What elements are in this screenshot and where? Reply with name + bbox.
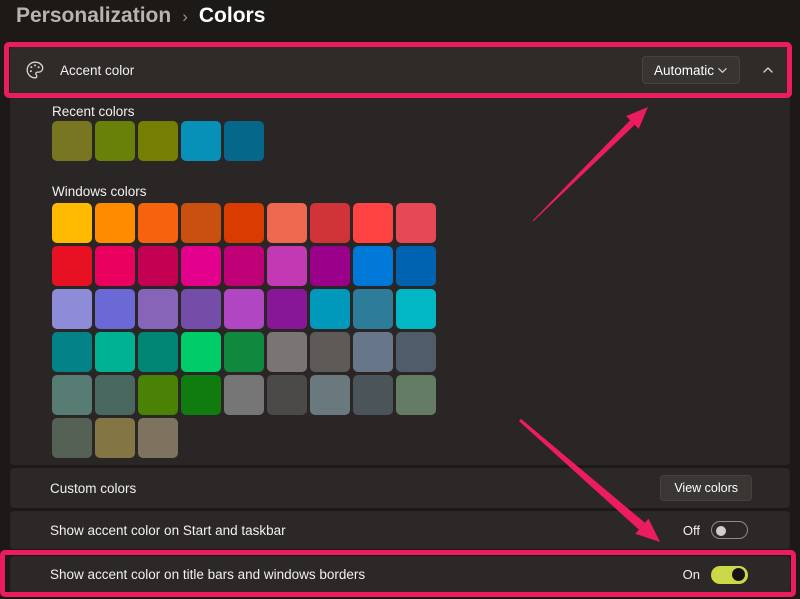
- color-swatch[interactable]: [138, 121, 178, 161]
- color-swatch[interactable]: [181, 121, 221, 161]
- color-swatch[interactable]: [52, 332, 92, 372]
- toggle-state-label: Off: [683, 523, 700, 538]
- color-swatch[interactable]: [396, 203, 436, 243]
- color-swatch[interactable]: [224, 203, 264, 243]
- color-swatch[interactable]: [52, 203, 92, 243]
- color-swatch[interactable]: [267, 246, 307, 286]
- color-swatch[interactable]: [310, 203, 350, 243]
- color-swatch[interactable]: [95, 375, 135, 415]
- color-swatch[interactable]: [267, 289, 307, 329]
- accent-titlebars-toggle[interactable]: [711, 566, 748, 584]
- color-swatch[interactable]: [267, 332, 307, 372]
- color-swatch[interactable]: [224, 375, 264, 415]
- color-swatch[interactable]: [396, 375, 436, 415]
- color-swatch[interactable]: [52, 121, 92, 161]
- page-title: Colors: [199, 4, 266, 28]
- color-swatch[interactable]: [95, 246, 135, 286]
- color-swatch[interactable]: [95, 203, 135, 243]
- color-swatch[interactable]: [396, 332, 436, 372]
- color-swatch[interactable]: [310, 289, 350, 329]
- color-swatch[interactable]: [353, 332, 393, 372]
- color-swatch[interactable]: [310, 246, 350, 286]
- recent-colors-swatches: [52, 121, 264, 161]
- color-swatch[interactable]: [310, 375, 350, 415]
- accent-start-taskbar-toggle[interactable]: [711, 521, 748, 539]
- recent-colors-label: Recent colors: [52, 104, 135, 119]
- toggle-knob: [716, 526, 726, 536]
- accent-color-dropdown[interactable]: Automatic: [642, 56, 740, 84]
- color-swatch[interactable]: [181, 289, 221, 329]
- color-swatch[interactable]: [52, 289, 92, 329]
- color-swatch[interactable]: [353, 289, 393, 329]
- color-swatch[interactable]: [353, 375, 393, 415]
- color-swatch[interactable]: [181, 375, 221, 415]
- toggle-knob: [732, 568, 745, 581]
- breadcrumb: Personalization › Colors: [16, 4, 265, 28]
- color-swatch[interactable]: [138, 289, 178, 329]
- color-swatch[interactable]: [52, 375, 92, 415]
- color-swatch[interactable]: [95, 418, 135, 458]
- color-swatch[interactable]: [52, 246, 92, 286]
- color-swatch[interactable]: [310, 332, 350, 372]
- color-swatch[interactable]: [95, 332, 135, 372]
- color-swatch[interactable]: [181, 203, 221, 243]
- accent-color-row[interactable]: Accent color Automatic: [10, 47, 790, 93]
- chevron-down-icon: [717, 65, 728, 76]
- color-swatch[interactable]: [181, 246, 221, 286]
- custom-colors-row: Custom colors View colors: [10, 468, 790, 508]
- color-swatch[interactable]: [224, 332, 264, 372]
- color-swatch[interactable]: [52, 418, 92, 458]
- color-swatch[interactable]: [224, 289, 264, 329]
- toggle-state-label: On: [683, 567, 700, 582]
- windows-colors-grid: [52, 203, 436, 458]
- accent-titlebars-row: Show accent color on title bars and wind…: [10, 556, 790, 593]
- color-swatch[interactable]: [353, 203, 393, 243]
- color-swatch[interactable]: [138, 332, 178, 372]
- color-swatch[interactable]: [138, 375, 178, 415]
- windows-colors-label: Windows colors: [52, 184, 147, 199]
- color-swatch[interactable]: [267, 375, 307, 415]
- accent-start-taskbar-row: Show accent color on Start and taskbar O…: [10, 511, 790, 549]
- chevron-up-icon[interactable]: [762, 64, 774, 76]
- color-swatch[interactable]: [224, 121, 264, 161]
- color-swatch[interactable]: [396, 289, 436, 329]
- dropdown-value: Automatic: [654, 63, 714, 78]
- color-swatch[interactable]: [138, 246, 178, 286]
- custom-colors-label: Custom colors: [50, 481, 136, 496]
- accent-color-panel: Recent colors Windows colors: [10, 93, 790, 465]
- palette-icon: [25, 60, 45, 80]
- color-swatch[interactable]: [267, 203, 307, 243]
- color-swatch[interactable]: [138, 203, 178, 243]
- color-swatch[interactable]: [396, 246, 436, 286]
- color-swatch[interactable]: [95, 121, 135, 161]
- color-swatch[interactable]: [353, 246, 393, 286]
- color-swatch[interactable]: [181, 332, 221, 372]
- accent-titlebars-label: Show accent color on title bars and wind…: [50, 567, 365, 582]
- breadcrumb-parent[interactable]: Personalization: [16, 4, 171, 28]
- accent-color-label: Accent color: [60, 63, 134, 78]
- color-swatch[interactable]: [138, 418, 178, 458]
- color-swatch[interactable]: [224, 246, 264, 286]
- breadcrumb-chevron-icon: ›: [182, 5, 188, 27]
- color-swatch[interactable]: [95, 289, 135, 329]
- view-colors-button[interactable]: View colors: [660, 475, 752, 501]
- accent-start-taskbar-label: Show accent color on Start and taskbar: [50, 523, 286, 538]
